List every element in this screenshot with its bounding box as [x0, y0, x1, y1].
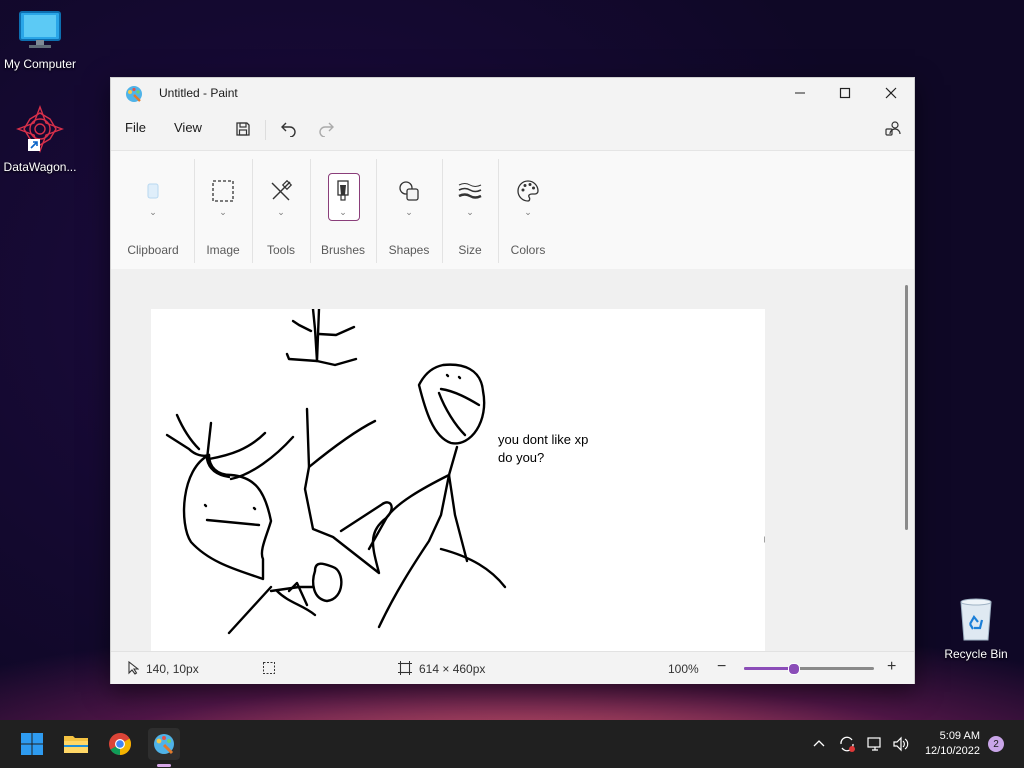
close-button[interactable]: [868, 78, 914, 108]
window-title: Untitled - Paint: [159, 86, 238, 100]
desktop-icon-recycle-bin[interactable]: Recycle Bin: [938, 598, 1014, 661]
brush-icon: [329, 177, 357, 205]
active-app-indicator: [157, 764, 171, 767]
save-icon: [236, 122, 250, 136]
undo-icon: [281, 122, 296, 137]
recycle-bin-icon: [960, 598, 992, 641]
network-icon[interactable]: [866, 735, 884, 753]
monitor-icon: [19, 11, 61, 48]
selection-size-icon: [263, 662, 275, 674]
ribbon-group-clipboard[interactable]: ⌄ Clipboard: [119, 151, 187, 269]
canvas-drawing: you dont like xp do you?: [165, 309, 765, 635]
minimize-button[interactable]: [777, 78, 823, 108]
select-rectangle-icon: [209, 177, 237, 205]
zoom-slider-thumb[interactable]: [788, 663, 801, 675]
windows-logo-icon: [21, 733, 43, 755]
desktop-icon-label: Recycle Bin: [944, 647, 1008, 661]
zoom-out-button[interactable]: −: [717, 658, 726, 676]
tools-icon: [267, 177, 295, 205]
folder-icon: [64, 736, 88, 753]
maximize-button[interactable]: [822, 78, 868, 108]
ribbon-group-image[interactable]: ⌄ Image: [195, 151, 251, 269]
chevron-down-icon: ⌄: [277, 207, 285, 217]
paint-taskbar-button[interactable]: [148, 728, 180, 760]
file-explorer-button[interactable]: [60, 728, 92, 760]
chevron-down-icon: ⌄: [405, 207, 413, 217]
menu-bar: File View: [111, 108, 914, 148]
desktop-icon-my-computer[interactable]: My Computer: [0, 10, 80, 71]
ribbon-group-label: Size: [458, 243, 482, 257]
ribbon-group-label: Clipboard: [127, 243, 179, 257]
menu-view[interactable]: View: [174, 120, 202, 135]
desktop-icon-label: DataWagon...: [3, 160, 77, 174]
zoom-level: 100%: [668, 662, 699, 676]
ribbon: ⌄ Clipboard ⌄ Image ⌄ Tools ⌄ Brushes ⌄ …: [111, 150, 914, 270]
ribbon-group-shapes[interactable]: ⌄ Shapes: [377, 151, 441, 269]
redo-button[interactable]: [316, 118, 338, 140]
status-bar: 140, 10px 614 × 460px 100% − +: [111, 651, 914, 684]
ribbon-group-label: Brushes: [320, 243, 366, 257]
ribbon-group-label: Tools: [266, 243, 295, 257]
canvas-size-icon: [398, 661, 412, 675]
clock-date: 12/10/2022: [924, 745, 980, 757]
undo-button[interactable]: [277, 118, 299, 140]
menu-separator: [265, 120, 266, 140]
clipboard-icon: [139, 177, 167, 205]
chevron-down-icon: ⌄: [339, 207, 347, 217]
chevron-down-icon: ⌄: [466, 207, 474, 217]
palette-icon: [514, 177, 542, 205]
chevron-down-icon: ⌄: [219, 207, 227, 217]
system-tray: [812, 720, 910, 768]
title-bar[interactable]: Untitled - Paint: [111, 78, 914, 108]
pointer-icon: [128, 661, 139, 675]
chrome-icon: [109, 733, 131, 755]
menu-file[interactable]: File: [125, 120, 146, 135]
canvas-text-line-2: do you?: [498, 450, 544, 465]
paint-icon: [154, 734, 174, 755]
ribbon-group-colors[interactable]: ⌄ Colors: [499, 151, 557, 269]
cursor-position: 140, 10px: [146, 662, 199, 676]
close-icon: [885, 87, 897, 99]
chevron-down-icon: ⌄: [149, 207, 157, 217]
desktop-icon-datawagon[interactable]: DataWagon...: [0, 105, 80, 174]
account-icon: [885, 121, 901, 136]
ribbon-group-brushes[interactable]: ⌄ Brushes: [311, 151, 375, 269]
sync-icon[interactable]: [838, 735, 856, 753]
clock[interactable]: 5:09 AM 12/10/2022: [925, 729, 980, 759]
ribbon-group-label: Colors: [510, 243, 546, 257]
minimize-icon: [795, 92, 805, 94]
chrome-button[interactable]: [104, 728, 136, 760]
volume-icon[interactable]: [892, 735, 910, 753]
chevron-down-icon: ⌄: [524, 207, 532, 217]
chevron-up-icon[interactable]: [812, 737, 826, 751]
size-icon: [456, 177, 484, 205]
paint-app-icon: [126, 86, 142, 102]
save-button[interactable]: [232, 118, 254, 140]
canvas-area[interactable]: you dont like xp do you?: [111, 269, 914, 651]
canvas-text-line-1: you dont like xp: [498, 432, 588, 447]
ribbon-group-label: Shapes: [388, 243, 430, 257]
account-button[interactable]: [882, 118, 904, 140]
vertical-scrollbar[interactable]: [905, 285, 908, 530]
maximize-icon: [839, 87, 851, 99]
zoom-slider[interactable]: [744, 663, 874, 675]
zoom-slider-fill: [744, 667, 794, 670]
taskbar: 5:09 AM 12/10/2022 2: [0, 720, 1024, 768]
ribbon-group-tools[interactable]: ⌄ Tools: [253, 151, 309, 269]
ribbon-group-label: Image: [206, 243, 240, 257]
paint-window: Untitled - Paint File View ⌄ Clipboard ⌄…: [110, 77, 915, 684]
redo-icon: [319, 122, 334, 137]
clock-time: 5:09 AM: [939, 730, 980, 742]
zoom-in-button[interactable]: +: [887, 658, 896, 676]
drawing-canvas[interactable]: you dont like xp do you?: [151, 309, 765, 651]
start-button[interactable]: [16, 728, 48, 760]
ribbon-group-size[interactable]: ⌄ Size: [443, 151, 497, 269]
shapes-icon: [395, 177, 423, 205]
desktop-icon-label: My Computer: [3, 57, 77, 71]
notification-badge[interactable]: 2: [988, 736, 1004, 752]
datawagon-icon: [16, 105, 64, 153]
canvas-size: 614 × 460px: [419, 662, 486, 676]
